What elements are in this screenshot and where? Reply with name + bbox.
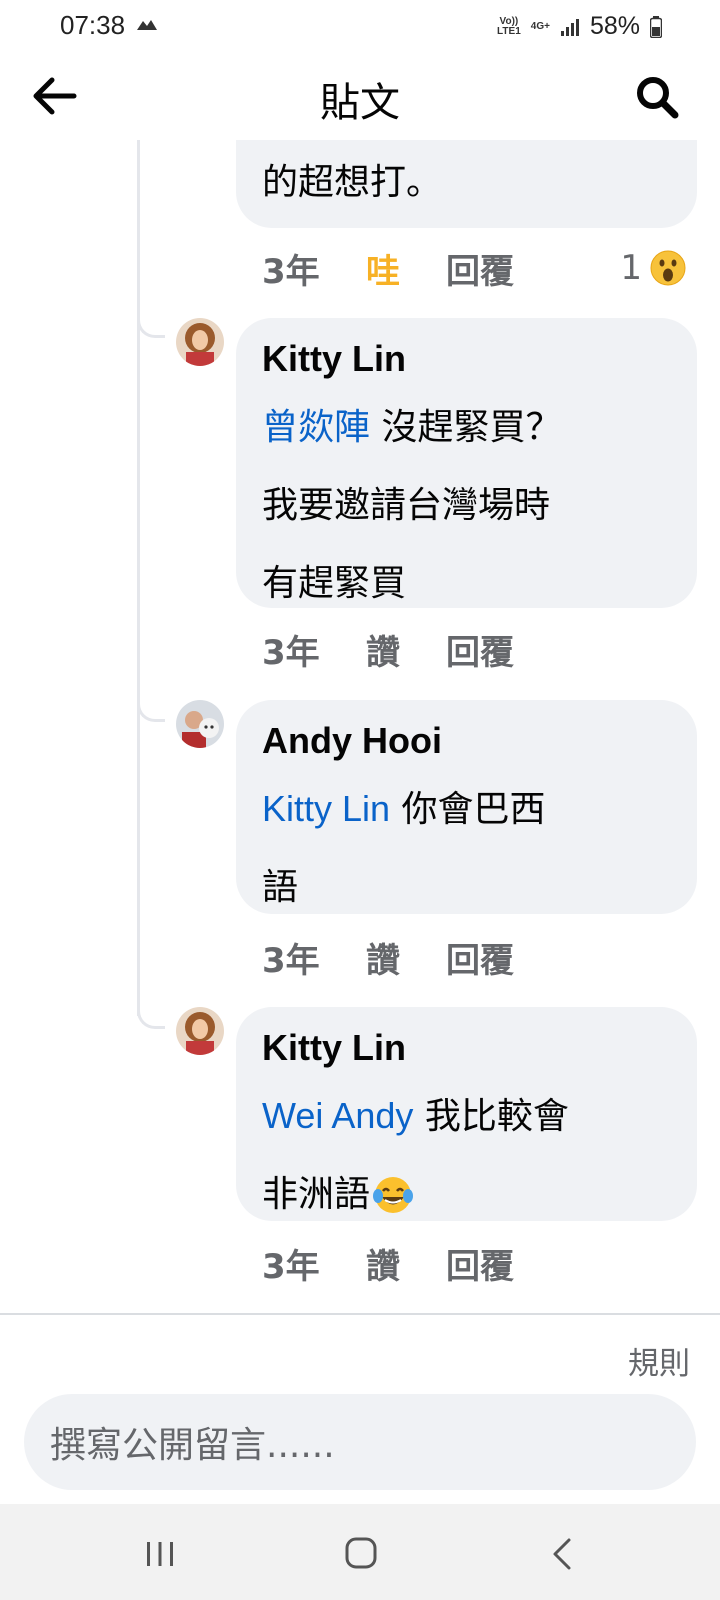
app-header: 貼文 <box>0 52 720 140</box>
network-4g-indicator: 4G+ <box>530 20 550 32</box>
volte-indicator: Vo)) LTE1 <box>497 15 521 37</box>
system-nav-bar <box>0 1504 720 1600</box>
comment-actions: 3年 讚 回覆 <box>262 932 514 982</box>
comment-line: 語 <box>262 867 299 908</box>
battery-icon <box>650 15 662 38</box>
comment-actions: 3年 讚 回覆 <box>262 1238 514 1288</box>
avatar-image <box>176 700 224 748</box>
comment-time: 3年 <box>262 1246 320 1287</box>
comment-composer-input[interactable]: 撰寫公開留言...... <box>24 1394 696 1490</box>
comment-line-text: 你會巴西 <box>390 789 546 830</box>
thread-connector <box>137 1007 165 1029</box>
comment-author[interactable]: Kitty Lin <box>262 1023 671 1073</box>
mention-link[interactable]: Kitty Lin <box>262 788 390 829</box>
avatar-image <box>176 318 224 366</box>
comment-text: 曾欻陣 沒趕緊買？ 我要邀請台灣場時 有趕緊買 <box>262 388 671 623</box>
battery-percent: 58% <box>589 12 640 40</box>
upload-indicator-icon <box>137 20 157 30</box>
comment-actions: 3年 哇 回覆 <box>262 243 514 293</box>
footer-divider <box>0 1313 720 1315</box>
avatar-image <box>176 1007 224 1055</box>
rules-link[interactable]: 規則 <box>628 1338 690 1383</box>
comment-line-text: 我比較會 <box>413 1096 569 1137</box>
comment-line: Kitty Lin 你會巴西 <box>262 770 671 849</box>
recent-apps-icon[interactable] <box>130 1532 190 1576</box>
like-button[interactable]: 讚 <box>366 933 446 982</box>
comment-time: 3年 <box>262 632 320 673</box>
tears-of-joy-emoji <box>373 1177 414 1213</box>
page-title: 貼文 <box>320 80 400 126</box>
reaction-summary[interactable]: 1 <box>620 243 686 293</box>
comment-line-text: 非洲語 <box>262 1174 371 1215</box>
search-icon[interactable] <box>634 74 680 120</box>
wow-face-icon <box>650 250 686 286</box>
reply-button[interactable]: 回覆 <box>446 244 514 293</box>
reply-button[interactable]: 回覆 <box>446 1239 514 1288</box>
mention-link[interactable]: 曾欻陣 <box>262 406 370 447</box>
comment-line: 非洲語 <box>262 1156 671 1234</box>
back-chevron-icon[interactable] <box>533 1532 593 1576</box>
comment-actions: 3年 讚 回覆 <box>262 624 514 674</box>
mention-link[interactable]: Wei Andy <box>262 1095 413 1136</box>
thread-connector <box>137 700 165 722</box>
avatar[interactable] <box>176 318 224 366</box>
comment-bubble[interactable]: Kitty Lin Wei Andy 我比較會 非洲語 <box>236 1007 697 1221</box>
comment-text: 的超想打。 <box>262 162 443 203</box>
comment-bubble[interactable]: Andy Hooi Kitty Lin 你會巴西 語 <box>236 700 697 914</box>
like-button[interactable]: 讚 <box>366 625 446 674</box>
status-time: 07:38 <box>60 10 126 40</box>
avatar[interactable] <box>176 700 224 748</box>
thread-line <box>137 140 140 1016</box>
status-indicators: Vo)) LTE1 4G+ 58% <box>497 12 662 41</box>
comment-text: Kitty Lin 你會巴西 語 <box>262 770 671 927</box>
comment-time: 3年 <box>262 940 320 981</box>
reply-button[interactable]: 回覆 <box>446 933 514 982</box>
thread-connector <box>137 316 165 338</box>
comment-line: 曾欻陣 沒趕緊買？ <box>262 388 671 467</box>
wow-reaction-button[interactable]: 哇 <box>366 244 446 293</box>
comment-bubble[interactable]: 的超想打。 <box>236 140 697 228</box>
comment-bubble[interactable]: Kitty Lin 曾欻陣 沒趕緊買？ 我要邀請台灣場時 有趕緊買 <box>236 318 697 608</box>
comment-line: 我要邀請台灣場時 <box>262 485 551 526</box>
comment-line-text: 沒趕緊買？ <box>370 407 562 448</box>
reaction-count: 1 <box>620 248 642 288</box>
like-button[interactable]: 讚 <box>366 1239 446 1288</box>
comment-time: 3年 <box>262 251 320 292</box>
comment-line: Wei Andy 我比較會 <box>262 1077 671 1156</box>
comment-author[interactable]: Kitty Lin <box>262 334 671 384</box>
home-icon[interactable] <box>331 1532 391 1576</box>
comment-line: 有趕緊買 <box>262 563 407 604</box>
signal-icon <box>560 18 579 36</box>
comment-author[interactable]: Andy Hooi <box>262 716 671 766</box>
comment-text: Wei Andy 我比較會 非洲語 <box>262 1077 671 1234</box>
status-bar: 07:38 Vo)) LTE1 4G+ 58% <box>0 0 720 52</box>
reply-button[interactable]: 回覆 <box>446 625 514 674</box>
avatar[interactable] <box>176 1007 224 1055</box>
